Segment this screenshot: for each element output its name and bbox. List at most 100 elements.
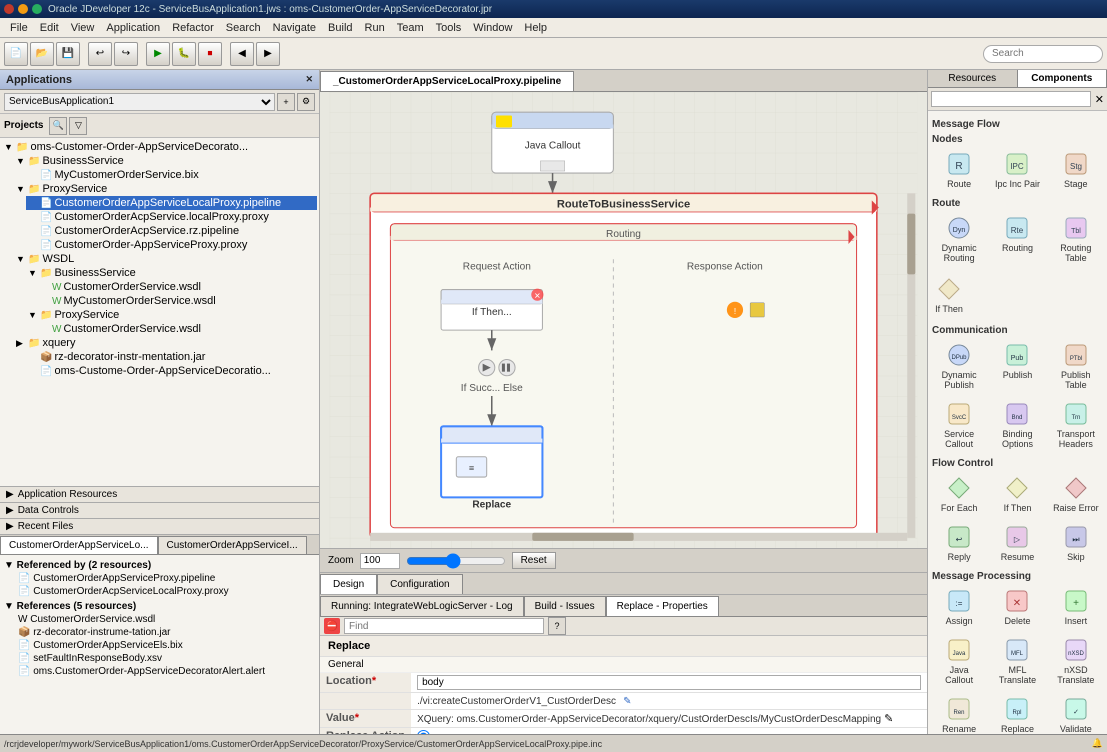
search-clear-icon[interactable]: ✕ [1095, 93, 1104, 106]
refs-item-3[interactable]: 📄 CustomerOrderAppServiceEls.bix [16, 639, 315, 652]
tree-item-wsdl2[interactable]: W MyCustomerOrderService.wsdl [38, 294, 317, 308]
forward-button[interactable]: ▶ [256, 42, 280, 66]
java-callout-comp[interactable]: Java Java Callout [932, 633, 986, 688]
tree-item-decoratio[interactable]: 📄 oms-Custome-Order-AppServiceDecoratio.… [26, 364, 317, 378]
raise-error-component[interactable]: Raise Error [1049, 471, 1103, 516]
log-tab-replace[interactable]: Replace - Properties [606, 596, 719, 616]
zoom-input[interactable] [360, 553, 400, 569]
new-button[interactable]: 📄 [4, 42, 28, 66]
lb-tab-2[interactable]: CustomerOrderAppServiceI... [158, 536, 307, 554]
debug-button[interactable]: 🐛 [172, 42, 196, 66]
delete-component[interactable]: ✕ Delete [990, 584, 1044, 629]
tree-item-wsdl1[interactable]: W CustomerOrderService.wsdl [38, 280, 317, 294]
configuration-tab[interactable]: Configuration [377, 574, 462, 594]
if-then-flow-component[interactable]: If Then [990, 471, 1044, 516]
refs-item-4[interactable]: 📄 setFaultInResponseBody.xsv [16, 652, 315, 665]
run-button[interactable]: ▶ [146, 42, 170, 66]
assign-component[interactable]: := Assign [932, 584, 986, 629]
value-edit-icon[interactable]: ✎ [884, 713, 893, 725]
binding-options-component[interactable]: Bnd Binding Options [990, 397, 1044, 452]
component-search-input[interactable] [931, 91, 1091, 107]
route-to-business-container[interactable]: RouteToBusinessService Routing Request A… [370, 193, 879, 538]
refs-item-1[interactable]: W CustomerOrderService.wsdl [16, 613, 315, 626]
refs-item-2[interactable]: 📦 rz-decorator-instrume-tation.jar [16, 626, 315, 639]
dyn-publish-component[interactable]: DPub Dynamic Publish [932, 338, 986, 393]
ipc-component[interactable]: IPC Ipc Inc Pair [990, 147, 1044, 192]
stop-find-btn[interactable]: ⛔ [324, 618, 340, 634]
tree-item-xquery[interactable]: ▶📁 xquery [14, 336, 317, 350]
menu-help[interactable]: Help [518, 20, 553, 36]
menu-run[interactable]: Run [359, 20, 391, 36]
resources-tab[interactable]: Resources [928, 70, 1018, 87]
settings-btn[interactable]: ⚙ [297, 93, 315, 111]
publish-component[interactable]: Pub Publish [990, 338, 1044, 393]
log-tab-running[interactable]: Running: IntegrateWebLogicServer - Log [320, 596, 524, 616]
tree-item-mybix[interactable]: 📄 MyCustomerOrderService.bix [26, 168, 317, 182]
log-tab-build[interactable]: Build - Issues [524, 596, 606, 616]
expand-btn[interactable]: ▽ [69, 117, 87, 135]
menu-file[interactable]: File [4, 20, 34, 36]
recent-files-item[interactable]: ▶Recent Files [0, 518, 319, 534]
java-callout-node[interactable]: Java Callout [492, 112, 614, 173]
stop-button[interactable]: ⏹ [198, 42, 222, 66]
tree-item-bsvc[interactable]: ▼📁 BusinessService [14, 154, 317, 168]
open-button[interactable]: 📂 [30, 42, 54, 66]
nxsd-translate-component[interactable]: nXSD nXSD Translate [1049, 633, 1103, 688]
design-tab[interactable]: Design [320, 574, 377, 594]
menu-navigate[interactable]: Navigate [267, 20, 322, 36]
for-each-component[interactable]: For Each [932, 471, 986, 516]
replace-component[interactable]: Rpl Replace [990, 692, 1044, 734]
replace-node-radio[interactable] [417, 730, 430, 734]
find-input[interactable] [344, 618, 544, 634]
refs-item-5[interactable]: 📄 oms.CustomerOrder-AppServiceDecoratorA… [16, 665, 315, 678]
tree-item-localproxy[interactable]: 📄 CustomerOrderAcpService.localProxy.pro… [26, 210, 317, 224]
menu-tools[interactable]: Tools [430, 20, 468, 36]
service-callout-component[interactable]: SvcC Service Callout [932, 397, 986, 452]
if-then-node[interactable]: If Then... ✕ [441, 289, 543, 331]
resume-component[interactable]: ▷ Resume [990, 520, 1044, 565]
route-component[interactable]: R Route [932, 147, 986, 192]
skip-component[interactable]: ⏭ Skip [1049, 520, 1103, 565]
menu-window[interactable]: Window [467, 20, 518, 36]
lb-tab-1[interactable]: CustomerOrderAppServiceLo... [0, 536, 158, 554]
ref-item-1[interactable]: 📄 CustomerOrderAppServiceProxy.pipeline [16, 572, 315, 585]
tree-item-jar[interactable]: 📦 rz-decorator-instr-mentation.jar [26, 350, 317, 364]
dyn-routing-component[interactable]: Dyn Dynamic Routing [932, 211, 986, 266]
ref-item-2[interactable]: 📄 CustomerOrderAcpServiceLocalProxy.prox… [16, 585, 315, 598]
menu-application[interactable]: Application [100, 20, 166, 36]
menu-view[interactable]: View [65, 20, 101, 36]
tree-item-proxysvc[interactable]: ▼📁 ProxyService [14, 182, 317, 196]
zoom-slider[interactable] [406, 553, 506, 569]
reply-component[interactable]: ↩ Reply [932, 520, 986, 565]
redo-button[interactable]: ↪ [114, 42, 138, 66]
tree-item-rz-pipeline[interactable]: 📄 CustomerOrderAcpService.rz.pipeline [26, 224, 317, 238]
location-input[interactable] [417, 675, 921, 690]
app-selector[interactable]: ServiceBusApplication1 [4, 93, 275, 111]
tree-item-wsdl-folder[interactable]: ▼📁 WSDL [14, 252, 317, 266]
ref-by-section[interactable]: ▼ Referenced by (2 resources) [4, 559, 315, 572]
menu-refactor[interactable]: Refactor [166, 20, 220, 36]
stage-component[interactable]: Stg Stage [1049, 147, 1103, 192]
tree-item-wsdl-bsvc[interactable]: ▼📁 BusinessService [26, 266, 317, 280]
help-btn[interactable]: ? [548, 617, 566, 635]
new-app-btn[interactable]: + [277, 93, 295, 111]
canvas-area[interactable]: Java Callout RouteToBusinessService [320, 92, 927, 548]
insert-component[interactable]: + Insert [1049, 584, 1103, 629]
menu-edit[interactable]: Edit [34, 20, 65, 36]
routing-component[interactable]: Rte Routing [990, 211, 1044, 266]
routing-table-component[interactable]: Tbl Routing Table [1049, 211, 1103, 266]
maximize-icon[interactable] [32, 4, 42, 14]
close-icon[interactable] [4, 4, 14, 14]
validate-component[interactable]: ✓ Validate [1049, 692, 1103, 734]
publish-table-component[interactable]: PTbl Publish Table [1049, 338, 1103, 393]
canvas-tab-pipeline[interactable]: _CustomerOrderAppServiceLocalProxy.pipel… [320, 71, 574, 91]
replace-node-option[interactable]: Replace node [417, 730, 921, 734]
tree-item-wsdl-proxy[interactable]: ▼📁 ProxyService [26, 308, 317, 322]
replace-node[interactable]: ≡ Replace [441, 426, 542, 510]
search-input[interactable] [983, 45, 1103, 63]
mfl-translate-component[interactable]: MFL MFL Translate [990, 633, 1044, 688]
undo-button[interactable]: ↩ [88, 42, 112, 66]
tree-item-project[interactable]: ▼📁 oms-Customer-Order-AppServiceDecorato… [2, 140, 317, 154]
tree-item-pipeline[interactable]: 📄 CustomerOrderAppServiceLocalProxy.pipe… [26, 196, 317, 210]
menu-search[interactable]: Search [220, 20, 267, 36]
